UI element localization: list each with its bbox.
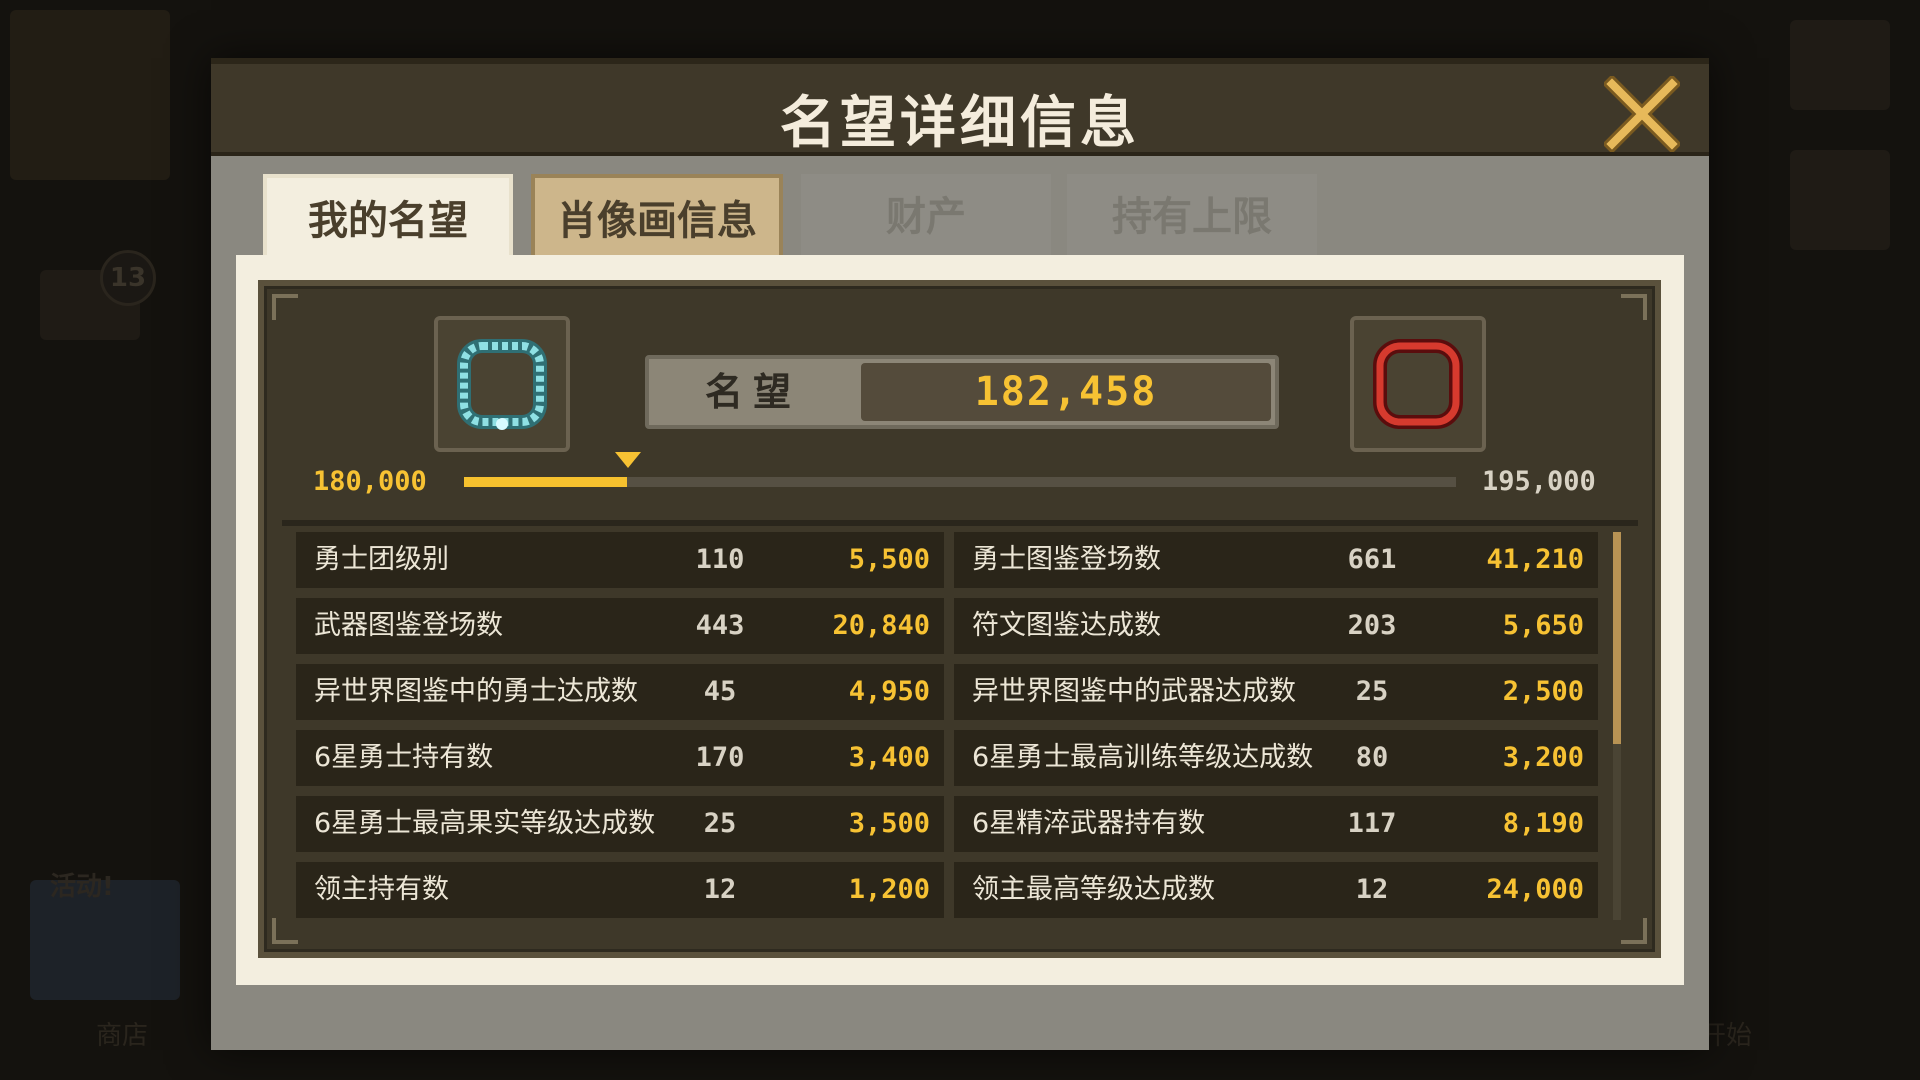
corner-ornament — [1621, 294, 1647, 320]
stat-name: 领主持有数 — [314, 874, 449, 905]
stat-score: 8,190 — [1502, 808, 1584, 839]
stat-count: 117 — [1347, 808, 1397, 839]
stat-name: 异世界图鉴中的勇士达成数 — [314, 676, 638, 707]
stat-count: 110 — [695, 544, 745, 575]
stat-cell: 异世界图鉴中的勇士达成数 45 4,950 — [296, 664, 944, 720]
stat-score: 20,840 — [832, 610, 930, 641]
background-nav-item: 商店 — [96, 1021, 149, 1051]
table-row: 6星勇士持有数 170 3,400 6星勇士最高训练等级达成数 80 3,200 — [296, 730, 1606, 786]
stat-cell: 武器图鉴登场数 443 20,840 — [296, 598, 944, 654]
range-max-value: 195,000 — [1482, 466, 1596, 497]
stat-score: 3,500 — [848, 808, 930, 839]
close-icon — [1602, 74, 1682, 154]
stat-count: 203 — [1347, 610, 1397, 641]
stat-count: 80 — [1355, 742, 1389, 773]
stat-name: 异世界图鉴中的武器达成数 — [972, 676, 1296, 707]
current-rank-badge — [434, 316, 570, 452]
background-quest-icon — [1790, 150, 1890, 250]
close-button[interactable] — [1602, 74, 1682, 154]
stat-score: 5,500 — [848, 544, 930, 575]
background-notification-badge: 13 — [100, 250, 156, 306]
stat-cell: 领主持有数 12 1,200 — [296, 862, 944, 918]
stat-cell: 6星勇士持有数 170 3,400 — [296, 730, 944, 786]
tab-portrait-info[interactable]: 肖像画信息 — [531, 174, 783, 260]
stat-score: 5,650 — [1502, 610, 1584, 641]
stat-name: 勇士图鉴登场数 — [972, 544, 1161, 575]
stat-score: 2,500 — [1502, 676, 1584, 707]
range-min-value: 180,000 — [313, 466, 427, 497]
stat-count: 25 — [703, 808, 737, 839]
stat-count: 12 — [1355, 874, 1389, 905]
fame-progress-fill — [464, 477, 627, 487]
background-profile-icon — [10, 10, 170, 180]
stat-name: 领主最高等级达成数 — [972, 874, 1215, 905]
corner-ornament — [1621, 918, 1647, 944]
table-row: 武器图鉴登场数 443 20,840 符文图鉴达成数 203 5,650 — [296, 598, 1606, 654]
stat-name: 武器图鉴登场数 — [314, 610, 503, 641]
stat-score: 4,950 — [848, 676, 930, 707]
fame-value: 182,458 — [974, 369, 1158, 415]
table-row: 6星勇士最高果实等级达成数 25 3,500 6星精淬武器持有数 117 8,1… — [296, 796, 1606, 852]
table-scrollbar[interactable] — [1613, 532, 1621, 920]
dialog-header: 名望详细信息 — [211, 58, 1709, 156]
tab-assets[interactable]: 财产 — [801, 174, 1051, 260]
stat-name: 6星勇士最高训练等级达成数 — [972, 742, 1314, 773]
corner-ornament — [272, 918, 298, 944]
stat-name: 6星勇士持有数 — [314, 742, 494, 773]
stat-name: 6星勇士最高果实等级达成数 — [314, 808, 656, 839]
stat-name: 勇士团级别 — [314, 544, 449, 575]
diamond-laurel-frame-icon — [457, 339, 547, 430]
stat-cell: 领主最高等级达成数 12 24,000 — [954, 862, 1598, 918]
background-menu-icon — [1790, 20, 1890, 110]
stat-name: 符文图鉴达成数 — [972, 610, 1161, 641]
stat-cell: 6星勇士最高果实等级达成数 25 3,500 — [296, 796, 944, 852]
stat-cell: 符文图鉴达成数 203 5,650 — [954, 598, 1598, 654]
table-row: 勇士团级别 110 5,500 勇士图鉴登场数 661 41,210 — [296, 532, 1606, 588]
fame-progress-bar — [464, 477, 1456, 487]
tab-holding-limit[interactable]: 持有上限 — [1067, 174, 1317, 260]
fame-label: 名望 — [704, 370, 801, 414]
stat-count: 45 — [703, 676, 737, 707]
stat-score: 1,200 — [848, 874, 930, 905]
stat-name: 6星精淬武器持有数 — [972, 808, 1206, 839]
tab-bar: 我的名望 肖像画信息 财产 持有上限 — [211, 158, 1709, 260]
background-event-text: 活动! — [50, 872, 114, 902]
scrollbar-thumb[interactable] — [1613, 532, 1621, 744]
stat-count: 661 — [1347, 544, 1397, 575]
stat-score: 24,000 — [1486, 874, 1584, 905]
divider — [282, 520, 1638, 526]
fame-score-box: 名望 182,458 — [645, 355, 1279, 429]
red-frame-icon — [1373, 339, 1463, 429]
stat-count: 12 — [703, 874, 737, 905]
stat-count: 443 — [695, 610, 745, 641]
progress-marker-icon — [615, 452, 641, 468]
table-row: 领主持有数 12 1,200 领主最高等级达成数 12 24,000 — [296, 862, 1606, 918]
stat-cell: 勇士团级别 110 5,500 — [296, 532, 944, 588]
corner-ornament — [272, 294, 298, 320]
stat-cell: 勇士图鉴登场数 661 41,210 — [954, 532, 1598, 588]
stat-cell: 异世界图鉴中的武器达成数 25 2,500 — [954, 664, 1598, 720]
stat-cell: 6星精淬武器持有数 117 8,190 — [954, 796, 1598, 852]
stat-cell: 6星勇士最高训练等级达成数 80 3,200 — [954, 730, 1598, 786]
dialog-title: 名望详细信息 — [780, 91, 1140, 156]
tab-my-fame[interactable]: 我的名望 — [263, 174, 513, 260]
next-rank-badge — [1350, 316, 1486, 452]
fame-value-background: 182,458 — [861, 363, 1271, 421]
stat-score: 41,210 — [1486, 544, 1584, 575]
stat-count: 170 — [695, 742, 745, 773]
stat-count: 25 — [1355, 676, 1389, 707]
stat-score: 3,400 — [848, 742, 930, 773]
table-row: 异世界图鉴中的勇士达成数 45 4,950 异世界图鉴中的武器达成数 25 2,… — [296, 664, 1606, 720]
stat-score: 3,200 — [1502, 742, 1584, 773]
